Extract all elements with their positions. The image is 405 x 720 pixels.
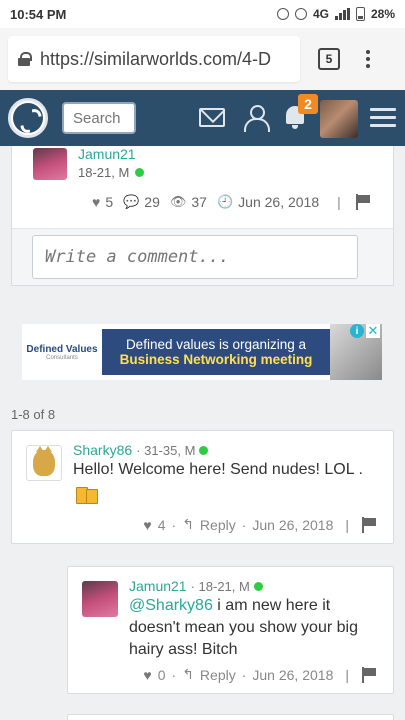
url-field[interactable]: https://similarworlds.com/4-D	[8, 36, 300, 82]
view-count: 37	[191, 194, 207, 210]
sync-icon	[294, 8, 307, 20]
comment-body: Hello! Welcome here! Send nudes! LOL .	[73, 461, 363, 478]
dot-separator: ·	[171, 516, 177, 533]
comment-date: Jun 26, 2018	[252, 516, 334, 533]
people-icon[interactable]	[240, 103, 270, 133]
flag-icon[interactable]	[361, 666, 377, 683]
comment-date: Jun 26, 2018	[252, 666, 334, 683]
heart-icon: ♥	[92, 194, 101, 210]
divider: |	[345, 516, 349, 533]
status-icons: 4G 28%	[276, 7, 395, 21]
post-author-age-gender: 18-21, M	[78, 165, 130, 180]
heart-icon[interactable]: ♥	[143, 667, 151, 683]
online-status-icon	[135, 168, 145, 177]
signal-icon	[334, 8, 350, 20]
commenter-name[interactable]: Sharky86	[73, 442, 132, 458]
ad-line-2: Business Networking meeting	[119, 352, 313, 367]
browser-menu-button[interactable]	[366, 50, 370, 68]
commenter-name[interactable]: Jamun21	[129, 578, 187, 594]
beers-emoji-icon	[73, 483, 99, 505]
cat-icon	[33, 446, 55, 476]
comment-item-partial	[67, 714, 394, 720]
dot-separator: ·	[241, 666, 247, 683]
ad-line-1: Defined values is organizing a	[125, 337, 307, 352]
search-input[interactable]	[62, 102, 136, 134]
browser-toolbar: https://similarworlds.com/4-D 5	[0, 28, 405, 90]
ad-banner[interactable]: Defined Values Consultants Defined value…	[22, 323, 382, 380]
battery-icon	[355, 7, 365, 21]
status-time: 10:54 PM	[10, 6, 67, 22]
reply-button[interactable]: Reply	[200, 517, 236, 533]
comment-actions: ♥ 4 · ↰ Reply · Jun 26, 2018 |	[143, 516, 377, 533]
comment-text: Hello! Welcome here! Send nudes! LOL .	[73, 459, 381, 512]
views-stat: 👁 37	[170, 194, 207, 210]
reply-button[interactable]: Reply	[200, 667, 236, 683]
dot-separator: ·	[241, 516, 247, 533]
comment-count: 29	[144, 194, 160, 210]
post-card: Jamun21 18-21, M ♥ 5 💬 29 👁 37 🕘 Jun 26, 201…	[11, 146, 394, 286]
commenter-meta: · 18-21, M	[190, 578, 250, 594]
like-button[interactable]: ♥ 5	[92, 194, 113, 210]
comment-text: @Sharky86 i am new here it doesn't mean …	[129, 595, 379, 661]
date-stat: 🕘 Jun 26, 2018	[217, 194, 319, 210]
ad-brand-sub: Consultants	[46, 354, 78, 361]
post-date: Jun 26, 2018	[238, 194, 320, 210]
commenter-avatar[interactable]	[26, 445, 62, 481]
comment-icon: 💬	[123, 194, 140, 209]
clock-icon: 🕘	[216, 194, 234, 209]
commenter-avatar[interactable]	[82, 581, 118, 617]
comment-header: Sharky86 · 31-35, M	[73, 442, 209, 458]
heart-icon[interactable]: ♥	[143, 517, 151, 533]
comment-like-count: 4	[157, 516, 166, 533]
flag-icon[interactable]	[361, 516, 377, 533]
comment-header: Jamun21 · 18-21, M	[129, 578, 263, 594]
ad-logo: Defined Values Consultants	[22, 324, 102, 380]
divider: |	[345, 666, 349, 683]
flag-icon[interactable]	[355, 194, 371, 210]
reply-icon[interactable]: ↰	[182, 516, 194, 533]
comment-item-reply: Jamun21 · 18-21, M @Sharky86 i am new he…	[67, 566, 394, 694]
battery-level: 28%	[370, 7, 395, 21]
comment-input[interactable]	[32, 235, 358, 279]
tab-switcher-button[interactable]: 5	[318, 48, 340, 70]
mention-link[interactable]: @Sharky86	[129, 597, 213, 614]
ad-brand: Defined Values	[26, 343, 98, 355]
notification-badge: 2	[298, 94, 318, 114]
ad-info-icon[interactable]: i	[350, 324, 364, 338]
url-text: https://similarworlds.com/4-D	[40, 48, 272, 69]
eye-icon: 👁	[169, 194, 187, 209]
post-author-meta: 18-21, M	[78, 165, 145, 180]
reply-icon[interactable]: ↰	[182, 666, 194, 683]
commenter-meta: · 31-35, M	[136, 442, 196, 458]
online-status-icon	[253, 581, 263, 591]
mail-icon[interactable]	[199, 108, 225, 127]
post-author-avatar[interactable]	[33, 148, 67, 180]
alarm-icon	[276, 8, 289, 20]
ad-close-icon[interactable]: ✕	[366, 323, 380, 338]
comment-actions: ♥ 0 · ↰ Reply · Jun 26, 2018 |	[143, 666, 377, 683]
comments-stat[interactable]: 💬 29	[123, 194, 160, 210]
network-type: 4G	[312, 7, 329, 21]
divider: |	[337, 194, 341, 210]
menu-icon[interactable]	[370, 108, 396, 127]
lock-icon	[18, 52, 32, 66]
dot-separator: ·	[171, 666, 177, 683]
comment-like-count: 0	[157, 666, 166, 683]
comment-item: Sharky86 · 31-35, M Hello! Welcome here!…	[11, 430, 394, 544]
comment-box-area	[12, 228, 393, 285]
user-avatar[interactable]	[320, 100, 358, 138]
logo-icon	[13, 103, 43, 133]
post-stats: ♥ 5 💬 29 👁 37 🕘 Jun 26, 2018 |	[92, 194, 371, 210]
online-status-icon	[199, 445, 209, 455]
post-author-name[interactable]: Jamun21	[78, 146, 136, 162]
status-bar: 10:54 PM 4G 28%	[0, 0, 405, 28]
like-count: 5	[105, 194, 114, 210]
site-logo[interactable]	[8, 98, 48, 138]
ad-text: Defined values is organizing a Business …	[102, 329, 330, 375]
comment-count-label: 1-8 of 8	[11, 407, 56, 422]
